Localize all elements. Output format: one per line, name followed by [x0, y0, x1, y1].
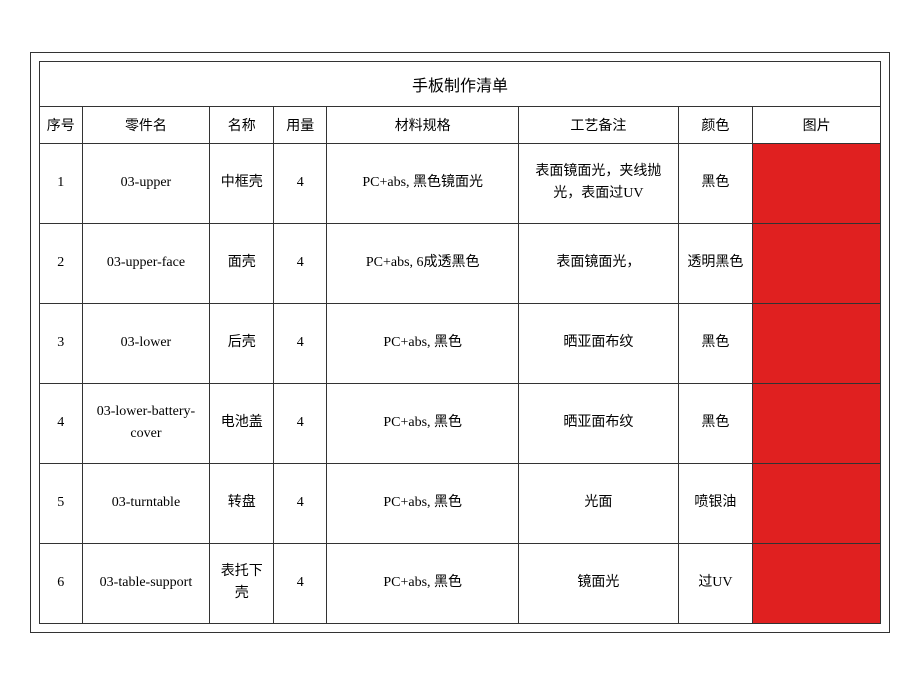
cell-material: PC+abs, 6成透黑色 — [327, 223, 519, 303]
cell-image — [753, 383, 881, 463]
cell-color: 黑色 — [678, 143, 753, 223]
cell-color: 过UV — [678, 543, 753, 623]
table-row: 403-lower-battery-cover电池盖4PC+abs, 黑色晒亚面… — [40, 383, 881, 463]
cell-material: PC+abs, 黑色 — [327, 463, 519, 543]
cell-seq: 6 — [40, 543, 83, 623]
cell-color: 喷银油 — [678, 463, 753, 543]
cell-seq: 5 — [40, 463, 83, 543]
cell-name: 面壳 — [210, 223, 274, 303]
cell-partname: 03-upper-face — [82, 223, 210, 303]
cell-color: 透明黑色 — [678, 223, 753, 303]
cell-partname: 03-upper — [82, 143, 210, 223]
cell-qty: 4 — [274, 143, 327, 223]
cell-material: PC+abs, 黑色 — [327, 303, 519, 383]
cell-partname: 03-turntable — [82, 463, 210, 543]
cell-process: 表面镜面光，夹线抛光，表面过UV — [519, 143, 679, 223]
cell-qty: 4 — [274, 383, 327, 463]
header-name: 名称 — [210, 106, 274, 143]
cell-color: 黑色 — [678, 303, 753, 383]
table-row: 203-upper-face面壳4PC+abs, 6成透黑色表面镜面光，透明黑色 — [40, 223, 881, 303]
cell-process: 表面镜面光， — [519, 223, 679, 303]
cell-material: PC+abs, 黑色镜面光 — [327, 143, 519, 223]
header-partname: 零件名 — [82, 106, 210, 143]
cell-partname: 03-lower-battery-cover — [82, 383, 210, 463]
cell-image — [753, 463, 881, 543]
cell-seq: 4 — [40, 383, 83, 463]
cell-seq: 1 — [40, 143, 83, 223]
cell-partname: 03-table-support — [82, 543, 210, 623]
cell-qty: 4 — [274, 543, 327, 623]
cell-seq: 3 — [40, 303, 83, 383]
page-wrapper: 手板制作清单 序号 零件名 名称 用量 材料规格 工艺备注 颜色 图片 — [30, 52, 890, 633]
header-qty: 用量 — [274, 106, 327, 143]
header-seq: 序号 — [40, 106, 83, 143]
cell-name: 表托下壳 — [210, 543, 274, 623]
cell-name: 中框壳 — [210, 143, 274, 223]
cell-process: 晒亚面布纹 — [519, 303, 679, 383]
cell-image — [753, 223, 881, 303]
page-title: 手板制作清单 — [39, 61, 881, 106]
table-row: 503-turntable转盘4PC+abs, 黑色光面喷银油 — [40, 463, 881, 543]
header-material: 材料规格 — [327, 106, 519, 143]
cell-material: PC+abs, 黑色 — [327, 543, 519, 623]
cell-process: 晒亚面布纹 — [519, 383, 679, 463]
cell-material: PC+abs, 黑色 — [327, 383, 519, 463]
cell-image — [753, 303, 881, 383]
parts-table: 序号 零件名 名称 用量 材料规格 工艺备注 颜色 图片 103-upper中框… — [39, 106, 881, 624]
cell-qty: 4 — [274, 223, 327, 303]
cell-process: 光面 — [519, 463, 679, 543]
header-color: 颜色 — [678, 106, 753, 143]
header-image: 图片 — [753, 106, 881, 143]
cell-seq: 2 — [40, 223, 83, 303]
cell-partname: 03-lower — [82, 303, 210, 383]
cell-color: 黑色 — [678, 383, 753, 463]
cell-name: 电池盖 — [210, 383, 274, 463]
cell-qty: 4 — [274, 303, 327, 383]
table-header-row: 序号 零件名 名称 用量 材料规格 工艺备注 颜色 图片 — [40, 106, 881, 143]
cell-name: 后壳 — [210, 303, 274, 383]
cell-process: 镜面光 — [519, 543, 679, 623]
cell-image — [753, 143, 881, 223]
header-process: 工艺备注 — [519, 106, 679, 143]
table-row: 603-table-support表托下壳4PC+abs, 黑色镜面光过UV — [40, 543, 881, 623]
table-row: 303-lower后壳4PC+abs, 黑色晒亚面布纹黑色 — [40, 303, 881, 383]
table-row: 103-upper中框壳4PC+abs, 黑色镜面光表面镜面光，夹线抛光，表面过… — [40, 143, 881, 223]
cell-name: 转盘 — [210, 463, 274, 543]
cell-qty: 4 — [274, 463, 327, 543]
cell-image — [753, 543, 881, 623]
